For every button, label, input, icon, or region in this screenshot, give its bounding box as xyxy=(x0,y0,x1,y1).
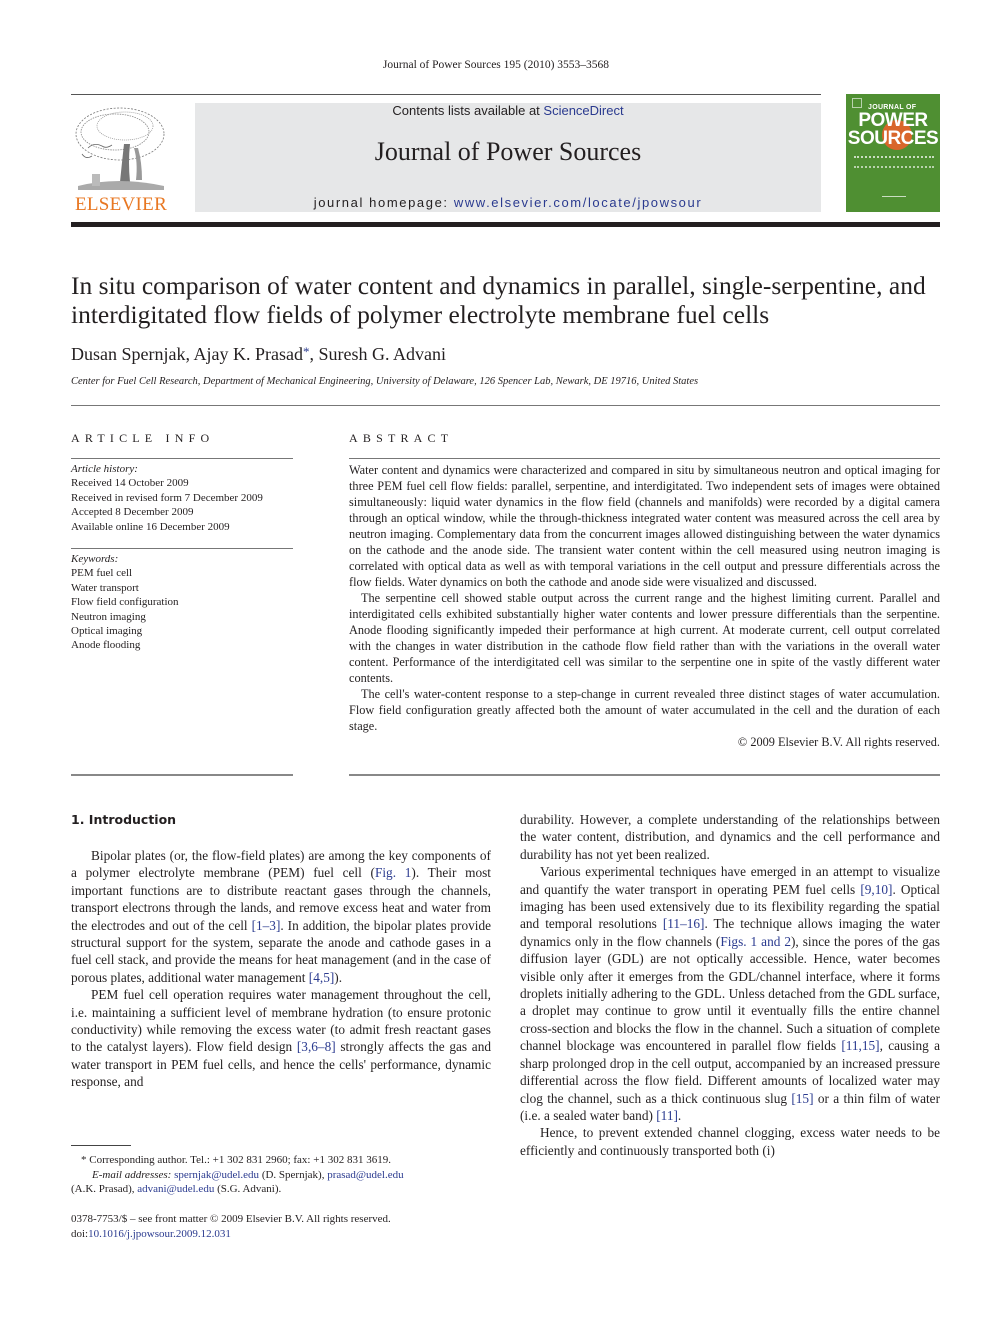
cover-title-line2: SOURCES xyxy=(847,128,939,149)
citation-link[interactable]: [15] xyxy=(791,1091,813,1106)
keyword: Flow field configuration xyxy=(71,596,179,609)
history-item: Accepted 8 December 2009 xyxy=(71,506,194,519)
body-paragraph: Bipolar plates (or, the flow-field plate… xyxy=(71,848,491,985)
citation-link[interactable]: [9,10] xyxy=(860,882,892,897)
abstract-paragraph: The serpentine cell showed stable output… xyxy=(349,591,940,685)
cover-tagline xyxy=(854,156,934,168)
author-list: Dusan Spernjak, Ajay K. Prasad*, Suresh … xyxy=(71,344,446,364)
citation-link[interactable]: [11–16] xyxy=(663,916,705,931)
keyword: Water transport xyxy=(71,581,139,594)
divider xyxy=(71,548,293,549)
body-paragraph: Various experimental techniques have eme… xyxy=(520,864,941,1123)
elsevier-wordmark: ELSEVIER xyxy=(74,194,168,215)
keyword: Neutron imaging xyxy=(71,610,146,623)
divider xyxy=(71,405,940,406)
header-heavy-rule xyxy=(71,222,940,227)
abstract-paragraph: Water content and dynamics were characte… xyxy=(349,463,940,589)
article-title: In situ comparison of water content and … xyxy=(71,271,926,329)
article-info-heading: ARTICLE INFO xyxy=(71,431,215,445)
doi-line: doi:10.1016/j.jpowsour.2009.12.031 xyxy=(71,1227,231,1240)
author-name[interactable]: Ajay K. Prasad xyxy=(194,344,303,364)
divider xyxy=(349,774,940,776)
author-name[interactable]: Suresh G. Advani xyxy=(318,344,446,364)
email-footnote-cont: (A.K. Prasad), advani@udel.edu (S.G. Adv… xyxy=(71,1183,282,1195)
citation-link[interactable]: Fig. 1 xyxy=(375,865,411,880)
journal-homepage-link[interactable]: www.elsevier.com/locate/jpowsour xyxy=(454,195,702,210)
keyword: Optical imaging xyxy=(71,625,143,638)
journal-name: Journal of Power Sources xyxy=(374,137,642,166)
corresponding-author-footnote: * Corresponding author. Tel.: +1 302 831… xyxy=(71,1153,501,1168)
cover-sciencedirect-mark xyxy=(882,190,906,197)
article-history: Article history: Received 14 October 200… xyxy=(71,462,301,534)
body-column-left: Bipolar plates (or, the flow-field plate… xyxy=(71,847,491,1091)
email-link[interactable]: prasad@udel.edu xyxy=(327,1169,403,1181)
contents-prefix: Contents lists available at xyxy=(392,103,544,118)
divider xyxy=(349,458,940,459)
keywords-label: Keywords: xyxy=(71,553,119,565)
history-item: Available online 16 December 2009 xyxy=(71,520,230,533)
issn-line: 0378-7753/$ – see front matter © 2009 El… xyxy=(71,1213,391,1225)
abstract-copyright: © 2009 Elsevier B.V. All rights reserved… xyxy=(737,735,940,749)
footnote-rule xyxy=(71,1145,131,1146)
divider xyxy=(71,774,293,776)
body-paragraph: PEM fuel cell operation requires water m… xyxy=(71,987,491,1090)
elsevier-logo[interactable]: ELSEVIER xyxy=(70,104,172,216)
author-name[interactable]: Dusan Spernjak xyxy=(71,344,185,364)
citation-link[interactable]: [3,6–8] xyxy=(297,1039,336,1054)
cover-publisher-icon xyxy=(852,98,862,108)
section-heading-introduction: 1. Introduction xyxy=(71,812,177,827)
homepage-prefix: journal homepage: xyxy=(313,195,454,210)
elsevier-tree-logo-icon xyxy=(75,107,165,190)
keywords: Keywords: PEM fuel cell Water transport … xyxy=(71,552,301,653)
footnote-text: Corresponding author. Tel.: +1 302 831 2… xyxy=(89,1154,391,1166)
body-paragraph: Hence, to prevent extended channel clogg… xyxy=(520,1125,940,1158)
history-item: Received 14 October 2009 xyxy=(71,477,189,490)
article-history-label: Article history: xyxy=(71,463,138,475)
front-matter: 0378-7753/$ – see front matter © 2009 El… xyxy=(71,1212,391,1241)
journal-masthead: Contents lists available at ScienceDirec… xyxy=(195,103,821,212)
citation-link[interactable]: [11,15] xyxy=(841,1038,879,1053)
body-column-right: durability. However, a complete understa… xyxy=(520,811,940,1159)
footnotes: * Corresponding author. Tel.: +1 302 831… xyxy=(71,1153,501,1197)
email-label: E-mail addresses: xyxy=(92,1168,172,1181)
email-link[interactable]: spernjak@udel.edu xyxy=(174,1169,259,1181)
citation-link[interactable]: [11] xyxy=(656,1108,678,1123)
history-item: Received in revised form 7 December 2009 xyxy=(71,491,263,504)
abstract-heading: ABSTRACT xyxy=(349,431,454,445)
contents-line: Contents lists available at ScienceDirec… xyxy=(195,103,821,118)
affiliation: Center for Fuel Cell Research, Departmen… xyxy=(71,376,699,387)
journal-cover-thumbnail[interactable]: JOURNAL OF POWER SOURCES xyxy=(846,94,940,212)
running-head: Journal of Power Sources 195 (2010) 3553… xyxy=(382,59,610,71)
keyword: PEM fuel cell xyxy=(71,567,133,580)
doi-link[interactable]: 10.1016/j.jpowsour.2009.12.031 xyxy=(88,1228,231,1240)
top-rule xyxy=(71,94,821,95)
abstract-paragraph: The cell's water-content response to a s… xyxy=(349,687,940,733)
homepage-line: journal homepage: www.elsevier.com/locat… xyxy=(195,195,821,210)
body-paragraph: durability. However, a complete understa… xyxy=(520,812,940,862)
email-footnote: E-mail addresses: spernjak@udel.edu (D. … xyxy=(92,1168,404,1181)
sciencedirect-link[interactable]: ScienceDirect xyxy=(543,103,623,118)
footnote-marker: * xyxy=(81,1154,87,1166)
citation-link[interactable]: Figs. 1 and 2 xyxy=(720,934,791,949)
divider xyxy=(71,458,293,459)
email-link[interactable]: advani@udel.edu xyxy=(137,1183,214,1195)
keyword: Anode flooding xyxy=(71,639,141,652)
abstract-body: Water content and dynamics were characte… xyxy=(349,462,940,750)
citation-link[interactable]: [4,5] xyxy=(309,970,334,985)
citation-link[interactable]: [1–3] xyxy=(252,918,281,933)
